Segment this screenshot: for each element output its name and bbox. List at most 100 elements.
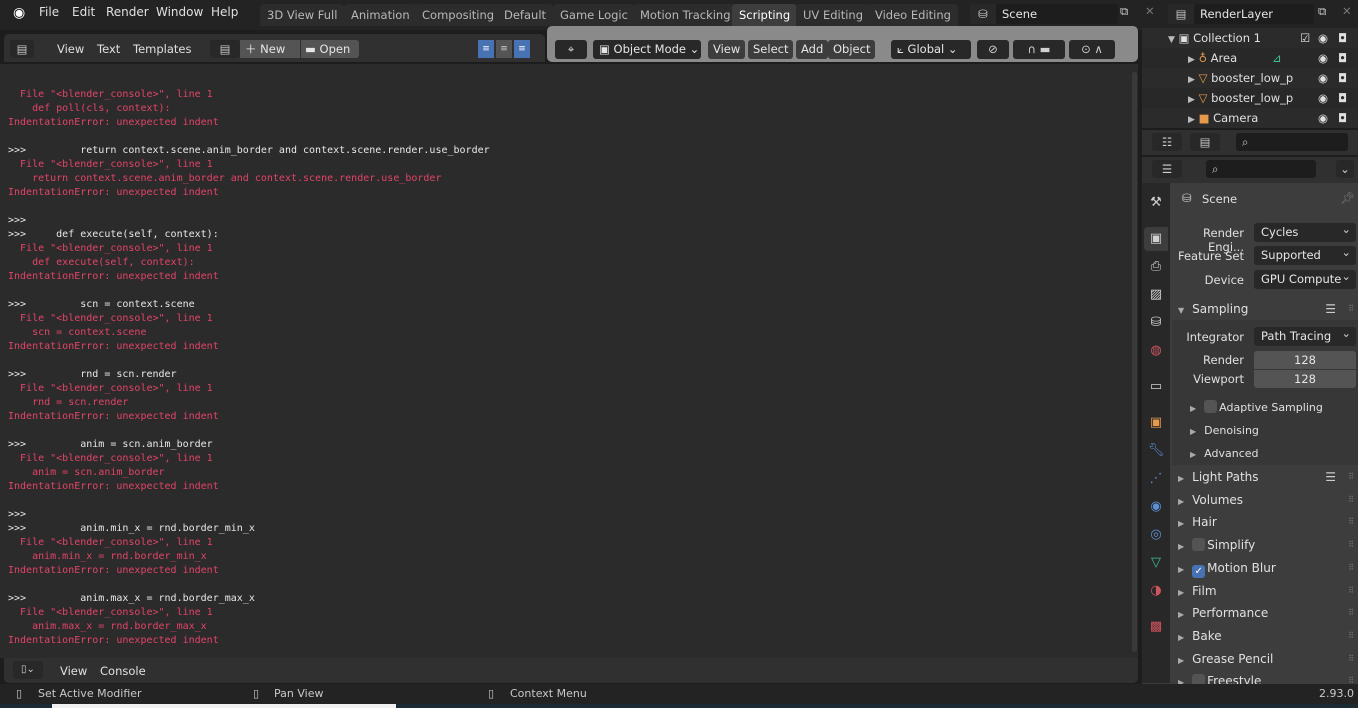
python-console[interactable]: File "<blender_console>", line 1 def pol… [0, 64, 1138, 658]
drag-grip-icon[interactable]: ⠿ [1348, 648, 1354, 670]
tab-video-editing[interactable]: Video Editing [868, 4, 958, 26]
drag-grip-icon[interactable]: ⠿ [1348, 557, 1354, 579]
editor-type-icon[interactable]: ▤ [10, 40, 34, 58]
syntax-highlight-toggle-icon[interactable]: ≡ [514, 40, 530, 58]
particles-tab-icon[interactable]: ⋰ [1144, 467, 1168, 491]
presets-list-icon[interactable]: ☰ [1325, 298, 1336, 320]
render-camera-icon[interactable]: ◘ [1338, 48, 1347, 68]
console-menu-view[interactable]: View [60, 664, 87, 678]
viewport-samples-field[interactable]: 128 [1254, 370, 1356, 388]
drag-grip-icon[interactable]: ⠿ [1348, 298, 1354, 320]
outliner-item-camera[interactable]: ▶ ■ Camera ◉ ◘ [1142, 108, 1358, 128]
outliner-item-area[interactable]: ▶ ♁ Area ⊿ ◉ ◘ [1142, 48, 1358, 68]
menu-help[interactable]: Help [211, 5, 238, 19]
menu-render[interactable]: Render [106, 5, 149, 19]
visibility-eye-icon[interactable]: ◉ [1318, 88, 1328, 108]
visibility-eye-icon[interactable]: ◉ [1318, 68, 1328, 88]
output-tab-icon[interactable]: ⎙ [1144, 255, 1168, 279]
viewport-menu-view[interactable]: View [708, 40, 746, 59]
drag-grip-icon[interactable]: ⠿ [1348, 489, 1354, 511]
physics-tab-icon[interactable]: ◉ [1144, 495, 1168, 519]
collection-tab-icon[interactable]: ▭ [1144, 375, 1168, 399]
visibility-eye-icon[interactable]: ◉ [1318, 28, 1328, 48]
visibility-eye-icon[interactable]: ◉ [1318, 108, 1328, 128]
render-layer-icon[interactable]: ▤ [1168, 4, 1194, 24]
new-text-button[interactable]: ＋ New [240, 40, 300, 58]
texture-tab-icon[interactable]: ▩ [1144, 615, 1168, 639]
open-text-button[interactable]: ▬ Open [301, 40, 359, 58]
drag-grip-icon[interactable]: ⠿ [1348, 602, 1354, 624]
view-layer-tab-icon[interactable]: ▨ [1144, 283, 1168, 307]
render-camera-icon[interactable]: ◘ [1338, 28, 1347, 48]
new-render-layer-icon[interactable]: ⧉ [1318, 4, 1326, 19]
viewport-3d[interactable]: ⌖ ▣ Object Mode ⌄ View Select Add Object… [547, 26, 1138, 62]
panel-volumes[interactable]: ▶ Volumes ⠿ [1172, 489, 1358, 511]
object-mode-dropdown[interactable]: ▣ Object Mode ⌄ [593, 40, 701, 59]
console-menu-console[interactable]: Console [100, 664, 146, 678]
viewport-menu-select[interactable]: Select [748, 40, 794, 59]
render-camera-icon[interactable]: ◘ [1338, 108, 1347, 128]
tab-game-logic[interactable]: Game Logic [553, 4, 635, 26]
panel-performance[interactable]: ▶ Performance ⠿ [1172, 602, 1358, 624]
panel-simplify[interactable]: ▶ Simplify ⠿ [1172, 534, 1358, 556]
properties-editor-type-icon[interactable]: ☰ [1152, 160, 1182, 178]
tab-animation[interactable]: Animation [344, 4, 417, 26]
snap-icon[interactable]: ∩ ▬ [1013, 40, 1065, 59]
panel-hair[interactable]: ▶ Hair ⠿ [1172, 511, 1358, 533]
transform-orientation-dropdown[interactable]: ⟀ Global ⌄ [891, 40, 971, 59]
scene-selector[interactable]: Scene [996, 4, 1118, 24]
panel-light-paths[interactable]: ▶ Light Paths ☰ ⠿ [1172, 466, 1358, 488]
tab-compositing[interactable]: Compositing [415, 4, 502, 26]
drag-grip-icon[interactable]: ⠿ [1348, 534, 1354, 556]
outliner-item-booster-2[interactable]: ▶ ▽ booster_low_p ◉ ◘ [1142, 88, 1358, 108]
line-numbers-toggle-icon[interactable]: ≡ [478, 40, 494, 58]
render-camera-icon[interactable]: ◘ [1338, 88, 1347, 108]
tab-motion-tracking[interactable]: Motion Tracking [633, 4, 738, 26]
data-tab-icon[interactable]: ▽ [1144, 551, 1168, 575]
delete-render-layer-icon[interactable]: ✕ [1342, 4, 1352, 18]
unchecked-checkbox[interactable] [1192, 538, 1206, 552]
render-tab-icon[interactable]: ▣ [1144, 227, 1168, 251]
console-scrollbar[interactable] [1132, 72, 1137, 652]
menu-templates[interactable]: Templates [133, 42, 191, 56]
word-wrap-toggle-icon[interactable]: ≡ [496, 40, 512, 58]
menu-edit[interactable]: Edit [72, 5, 95, 19]
viewport-menu-object[interactable]: Object [828, 40, 876, 59]
menu-window[interactable]: Window [156, 5, 203, 19]
outliner-item-collection[interactable]: ▼ ▣ Collection 1 ☑ ◉ ◘ [1142, 28, 1358, 48]
console-editor-type-icon[interactable]: ▯⌄ [13, 661, 43, 679]
drag-grip-icon[interactable]: ⠿ [1348, 466, 1354, 488]
pin-icon[interactable]: 📌︎ [1340, 191, 1355, 205]
drag-grip-icon[interactable]: ⠿ [1348, 511, 1354, 533]
subpanel-denoising[interactable]: ▶ Denoising [1184, 420, 1354, 442]
menu-view[interactable]: View [57, 42, 84, 56]
object-tab-icon[interactable]: ▣ [1144, 411, 1168, 435]
tab-3d-view-full[interactable]: 3D View Full [260, 4, 345, 26]
menu-file[interactable]: File [39, 5, 59, 19]
render-engine-dropdown[interactable]: Cycles [1254, 220, 1356, 242]
blender-logo-icon[interactable]: ◉ [13, 5, 25, 21]
visibility-eye-icon[interactable]: ◉ [1318, 48, 1328, 68]
material-tab-icon[interactable]: ◑ [1144, 579, 1168, 603]
tab-scripting[interactable]: Scripting [732, 4, 798, 26]
panel-motion-blur[interactable]: ▶ ✓ Motion Blur ⠿ [1172, 557, 1358, 579]
viewport-editor-type-icon[interactable]: ⌖ [555, 40, 587, 59]
panel-bake[interactable]: ▶ Bake ⠿ [1172, 625, 1358, 647]
checked-checkbox[interactable]: ✓ [1192, 564, 1206, 578]
render-camera-icon[interactable]: ◘ [1338, 68, 1347, 88]
drag-grip-icon[interactable]: ⠿ [1348, 580, 1354, 602]
tab-uv-editing[interactable]: UV Editing [796, 4, 870, 26]
feature-set-dropdown[interactable]: Supported [1254, 243, 1356, 265]
display-mode-icon[interactable]: ▤ [1190, 133, 1220, 151]
tab-default[interactable]: Default [497, 4, 554, 26]
text-browse-icon[interactable]: ▤ [210, 40, 240, 58]
modifier-tab-icon[interactable]: 🔧︎ [1144, 439, 1168, 463]
exclude-checkbox[interactable]: ☑ [1300, 28, 1310, 48]
presets-list-icon[interactable]: ☰ [1325, 466, 1336, 488]
options-dropdown-icon[interactable]: ⌄ [1336, 160, 1354, 178]
proportional-editing-icon[interactable]: ⊙ ∧ [1069, 40, 1115, 59]
render-samples-field[interactable]: 128 [1254, 351, 1356, 369]
render-layer-selector[interactable]: RenderLayer [1194, 4, 1314, 24]
device-dropdown[interactable]: GPU Compute [1254, 267, 1356, 289]
viewport-menu-add[interactable]: Add [796, 40, 829, 59]
